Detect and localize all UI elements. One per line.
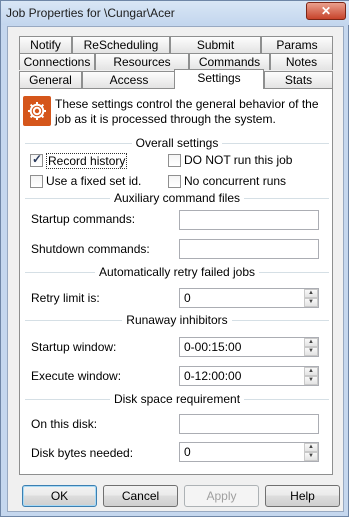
spin-down-icon[interactable]: ▼	[304, 298, 318, 307]
tab-params[interactable]: Params	[261, 36, 333, 53]
tab-resources[interactable]: Resources	[95, 53, 189, 70]
disk-space-title: Disk space requirement	[109, 392, 245, 406]
ok-button[interactable]: OK	[22, 485, 97, 507]
tab-rescheduling[interactable]: ReScheduling	[72, 36, 170, 53]
disk-bytes-value: 0	[184, 445, 191, 459]
startup-window-spinner[interactable]: 0-00:15:00 ▲ ▼	[179, 337, 319, 357]
spin-up-icon[interactable]: ▲	[304, 367, 318, 376]
retry-group: Automatically retry failed jobs	[25, 265, 329, 279]
fixed-set-id-checkbox[interactable]	[30, 175, 43, 188]
overall-settings-group: Overall settings	[25, 136, 329, 150]
tab-access[interactable]: Access	[82, 71, 176, 88]
fixed-set-id-label[interactable]: Use a fixed set id.	[46, 174, 141, 188]
spin-up-icon[interactable]: ▲	[304, 443, 318, 452]
no-concurrent-checkbox[interactable]	[168, 175, 181, 188]
no-concurrent-label[interactable]: No concurrent runs	[184, 174, 286, 188]
tab-notes[interactable]: Notes	[270, 53, 333, 70]
close-button[interactable]: ✕	[306, 2, 346, 20]
execute-window-label: Execute window:	[31, 369, 122, 383]
auxiliary-commands-title: Auxiliary command files	[109, 191, 245, 205]
apply-button[interactable]: Apply	[184, 485, 259, 507]
tab-commands[interactable]: Commands	[189, 53, 270, 70]
disk-space-group: Disk space requirement	[25, 392, 329, 406]
settings-description: These settings control the general behav…	[55, 97, 319, 126]
tab-connections[interactable]: Connections	[19, 53, 95, 70]
record-history-checkbox[interactable]	[30, 152, 43, 167]
disk-bytes-spinner[interactable]: 0 ▲ ▼	[179, 442, 319, 462]
tab-settings[interactable]: Settings	[174, 69, 264, 89]
retry-limit-label: Retry limit is:	[31, 291, 100, 305]
shutdown-commands-label: Shutdown commands:	[31, 242, 150, 256]
auxiliary-commands-group: Auxiliary command files	[25, 191, 329, 205]
startup-commands-label: Startup commands:	[31, 212, 136, 226]
cancel-button[interactable]: Cancel	[103, 485, 178, 507]
execute-window-spinner[interactable]: 0-12:00:00 ▲ ▼	[179, 366, 319, 386]
gear-icon	[23, 96, 51, 126]
disk-bytes-label: Disk bytes needed:	[31, 446, 134, 460]
on-disk-label: On this disk:	[31, 417, 98, 431]
spin-down-icon[interactable]: ▼	[304, 347, 318, 356]
startup-window-label: Startup window:	[31, 340, 117, 354]
help-button[interactable]: Help	[265, 485, 340, 507]
runaway-group: Runaway inhibitors	[25, 313, 329, 327]
title-help-button[interactable]	[273, 5, 303, 19]
overall-settings-title: Overall settings	[131, 136, 223, 150]
execute-window-value: 0-12:00:00	[184, 369, 242, 383]
startup-window-value: 0-00:15:00	[184, 340, 242, 354]
runaway-title: Runaway inhibitors	[122, 313, 232, 327]
retry-limit-spinner[interactable]: 0 ▲ ▼	[179, 288, 319, 308]
retry-title: Automatically retry failed jobs	[94, 265, 260, 279]
spin-down-icon[interactable]: ▼	[304, 376, 318, 385]
window-title: Job Properties for \Cungar\Acer	[6, 6, 175, 20]
on-disk-input[interactable]	[179, 414, 319, 434]
startup-commands-input[interactable]	[179, 210, 319, 230]
record-history-label[interactable]: Record history	[46, 153, 128, 169]
spin-up-icon[interactable]: ▲	[304, 338, 318, 347]
retry-limit-value: 0	[184, 291, 191, 305]
tab-notify[interactable]: Notify	[19, 36, 72, 53]
do-not-run-label[interactable]: DO NOT run this job	[184, 153, 292, 167]
spin-down-icon[interactable]: ▼	[304, 452, 318, 461]
shutdown-commands-input[interactable]	[179, 239, 319, 259]
spin-up-icon[interactable]: ▲	[304, 289, 318, 298]
tab-stats[interactable]: Stats	[264, 71, 333, 88]
tab-general[interactable]: General	[19, 71, 82, 88]
tab-submit[interactable]: Submit	[170, 36, 261, 53]
do-not-run-checkbox[interactable]	[168, 154, 181, 167]
title-bar[interactable]: Job Properties for \Cungar\Acer ✕	[1, 1, 349, 25]
